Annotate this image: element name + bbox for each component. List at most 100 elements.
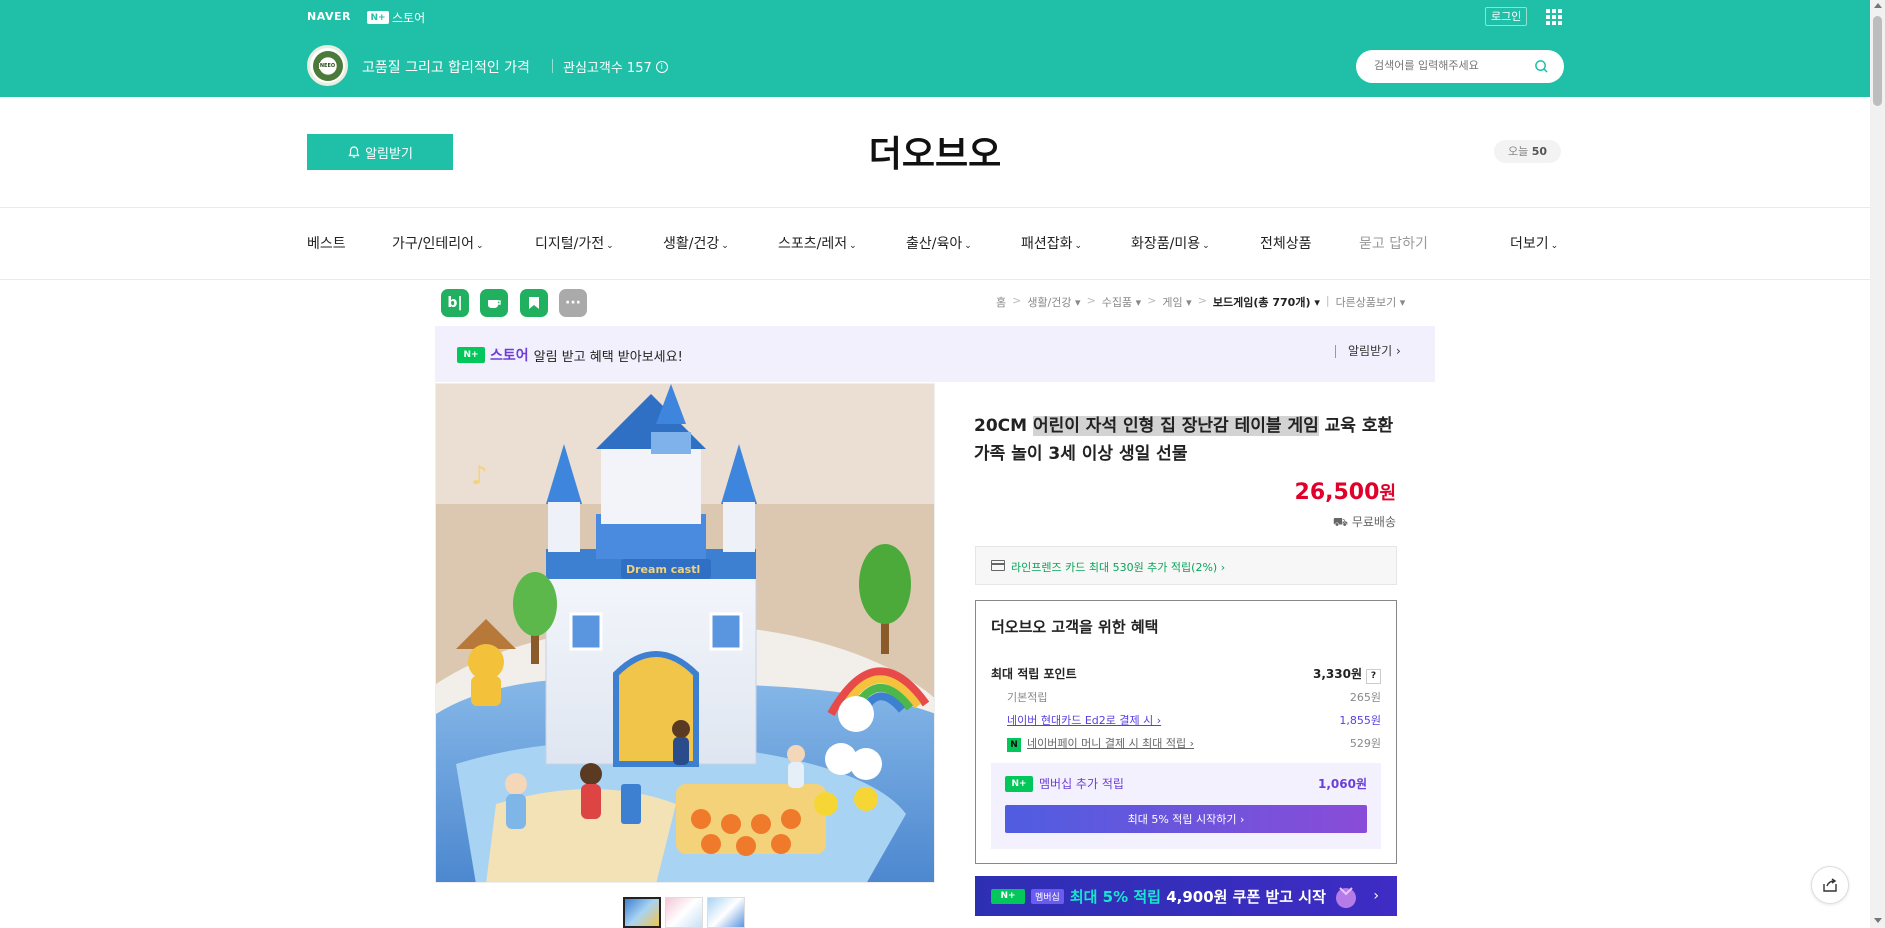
nav-item-fashion[interactable]: 패션잡화 ⌄: [1021, 233, 1082, 253]
naver-logo[interactable]: NAVER: [307, 10, 351, 23]
naver-plus-store-link[interactable]: N+ 스토어: [367, 9, 425, 26]
card-benefit-text: 라인프렌즈 카드 최대 530원 추가 적립(2%) ›: [1011, 561, 1226, 574]
search-box: [1356, 50, 1564, 83]
store-slogan: 고품질 그리고 합리적인 가격: [362, 60, 530, 76]
product-title: 20CM 어린이 자석 인형 집 장난감 테이블 게임 교육 호환 가족 놀이 …: [974, 416, 1394, 464]
points-row-npay[interactable]: N 네이버페이 머니 결제 시 최대 적립 › 529원: [991, 735, 1381, 752]
store-label: 스토어: [392, 11, 426, 25]
store-bar: [0, 34, 1870, 97]
breadcrumb-category-4[interactable]: 보드게임(총 770개) ▾: [1213, 294, 1320, 310]
points-row-card[interactable]: 네이버 현대카드 Ed2로 결제 시 › 1,855원: [991, 712, 1381, 728]
share-button[interactable]: [1811, 866, 1849, 904]
interest-count: 관심고객수 157 i: [563, 57, 668, 76]
promo-text: 알림 받고 혜택 받아보세요!: [533, 349, 683, 365]
chevron-down-icon: ⌄: [849, 241, 857, 251]
chevron-down-icon: ⌄: [1074, 241, 1083, 251]
scroll-thumb[interactable]: [1873, 16, 1882, 106]
nav-item-qna[interactable]: 묻고 답하기: [1359, 233, 1428, 253]
chevron-right-icon: ›: [1373, 888, 1379, 904]
thumbnail-2[interactable]: [665, 897, 703, 928]
naver-plus-badge: N+: [991, 888, 1025, 904]
nav-item-living[interactable]: 생활/건강 ⌄: [663, 233, 729, 253]
more-icon[interactable]: ···: [559, 289, 587, 317]
store-name[interactable]: 더오브오: [0, 125, 1870, 177]
castle-sign-text: Dream castl: [626, 563, 700, 576]
product-main-image[interactable]: Dream castl ♪: [435, 383, 935, 883]
nav-item-sports[interactable]: 스포츠/레저 ⌄: [778, 233, 857, 253]
other-products-link[interactable]: 다른상품보기 ▾: [1336, 294, 1406, 310]
max-points-value: 3,330원: [1313, 667, 1362, 681]
points-row-basic: 기본적립 265원: [1007, 691, 1381, 704]
membership-box: N+ 멤버십 추가 적립 1,060원 최대 5% 적립 시작하기 ›: [991, 763, 1381, 849]
vertical-scrollbar[interactable]: [1870, 0, 1885, 928]
breadcrumb-category-2[interactable]: 수집품 ▾: [1102, 294, 1141, 310]
customer-benefits-panel: 더오브오 고객을 위한 혜택 최대 적립 포인트 3,330원? 기본적립 26…: [975, 600, 1397, 864]
store-label: 스토어: [490, 348, 529, 364]
membership-label: N+ 멤버십 추가 적립: [1005, 775, 1124, 792]
bookmark-icon[interactable]: [520, 289, 548, 317]
thumbnail-3[interactable]: [707, 897, 745, 928]
chevron-down-icon: ⌄: [1550, 241, 1559, 251]
membership-value: 1,060원: [1318, 777, 1367, 791]
chevron-down-icon: ⌄: [721, 241, 729, 251]
nav-item-furniture[interactable]: 가구/인테리어 ⌄: [392, 233, 484, 253]
breadcrumb-home[interactable]: 홈: [996, 294, 1006, 310]
nav-item-digital[interactable]: 디지털/가전 ⌄: [535, 233, 614, 253]
max-points-row: 최대 적립 포인트 3,330원?: [991, 665, 1381, 684]
naver-topbar: [0, 0, 1870, 34]
chevron-down-icon: ⌄: [964, 241, 972, 251]
today-visitors-badge: 오늘 50: [1494, 140, 1562, 163]
divider: [0, 279, 1870, 280]
naver-plus-badge: N+: [1005, 775, 1033, 792]
blog-icon[interactable]: b|: [441, 289, 469, 317]
help-icon[interactable]: ?: [1366, 669, 1381, 684]
divider: [552, 59, 553, 73]
login-button[interactable]: 로그인: [1485, 7, 1528, 26]
npay-icon: N: [1007, 738, 1021, 752]
product-price: 26,500원: [1294, 480, 1396, 505]
nav-item-best[interactable]: 베스트: [307, 233, 346, 253]
app-grid-icon[interactable]: [1546, 9, 1562, 25]
breadcrumb-category-1[interactable]: 생활/건강 ▾: [1027, 294, 1080, 310]
store-logo[interactable]: NEEO: [307, 45, 348, 86]
shipping-info: ⛟ 무료배송: [1300, 513, 1396, 531]
nav-item-beauty[interactable]: 화장품/미용 ⌄: [1131, 233, 1210, 253]
thumbnail-1[interactable]: [623, 897, 661, 928]
talk-icon[interactable]: [480, 289, 508, 317]
interest-label: 관심고객수 157: [563, 61, 652, 76]
credit-card-icon: [991, 560, 1005, 571]
share-icon: [1823, 878, 1837, 892]
product-title-highlight: 어린이 자석 인형 집 장난감 테이블 게임: [1032, 416, 1319, 436]
scroll-up-arrow[interactable]: [1874, 3, 1882, 8]
nav-item-baby[interactable]: 출산/육아 ⌄: [906, 233, 972, 253]
card-benefit-box[interactable]: 라인프렌즈 카드 최대 530원 추가 적립(2%) ›: [975, 546, 1397, 585]
chevron-down-icon: ⌄: [606, 241, 614, 251]
promo-alarm-link[interactable]: 알림받기 ›: [1335, 345, 1401, 358]
membership-coupon-banner[interactable]: N+ 멤버십 최대 5% 적립 4,900원 쿠폰 받고 시작 ›: [975, 876, 1397, 916]
breadcrumb-category-3[interactable]: 게임 ▾: [1162, 294, 1191, 310]
today-count: 50: [1531, 145, 1548, 158]
truck-icon: ⛟: [1332, 515, 1348, 529]
store-logo-text: NEEO: [318, 62, 337, 69]
search-input[interactable]: [1374, 59, 1534, 72]
thumbnail-strip: [623, 897, 745, 928]
membership-start-button[interactable]: 최대 5% 적립 시작하기 ›: [1005, 805, 1367, 833]
info-icon[interactable]: i: [655, 60, 668, 73]
breadcrumb: 홈 > 생활/건강 ▾ > 수집품 ▾ > 게임 ▾ > 보드게임(총 770개…: [996, 294, 1406, 310]
nav-item-more[interactable]: 더보기 ⌄: [1510, 233, 1558, 253]
shipping-label: 무료배송: [1351, 515, 1396, 529]
chevron-down-icon: ⌄: [476, 241, 484, 251]
search-icon[interactable]: [1534, 59, 1549, 74]
nav-item-all-products[interactable]: 전체상품: [1260, 233, 1312, 253]
benefits-title: 더오브오 고객을 위한 혜택: [991, 618, 1159, 636]
today-label: 오늘: [1508, 145, 1529, 158]
castle-playset-illustration: Dream castl ♪: [436, 384, 934, 882]
scroll-down-arrow[interactable]: [1874, 918, 1882, 923]
notification-promo-banner: N+ 스토어 알림 받고 혜택 받아보세요!: [435, 326, 1435, 382]
svg-text:♪: ♪: [471, 461, 488, 491]
banner-text: 최대 5% 적립 4,900원 쿠폰 받고 시작: [1069, 887, 1326, 906]
naver-plus-badge: N+: [457, 347, 485, 363]
page: NAVER N+ 스토어 로그인 NEEO 고품질 그리고 합리적인 가격 관심…: [0, 0, 1885, 928]
divider: [0, 207, 1870, 208]
chevron-down-icon: ⌄: [1202, 241, 1210, 251]
